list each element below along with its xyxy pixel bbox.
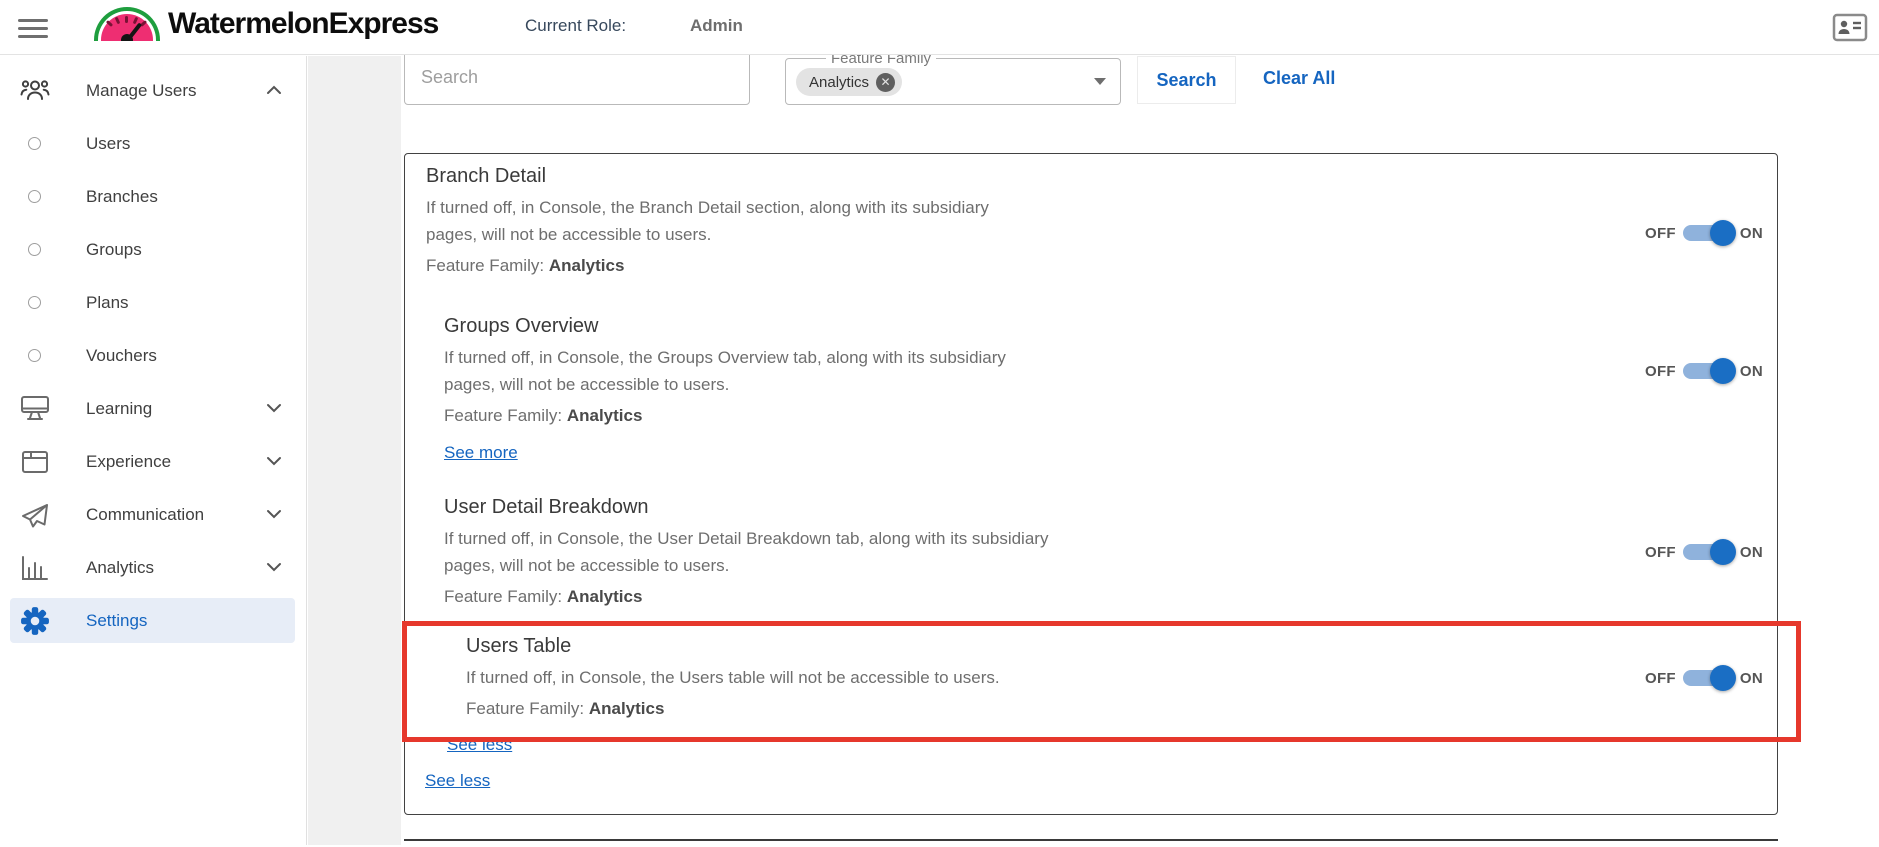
toggle-switch[interactable] <box>1678 539 1740 565</box>
toggle-off-label: OFF <box>1644 543 1676 561</box>
selected-filter-chip: Analytics ✕ <box>796 68 903 96</box>
current-role-label: Current Role: <box>525 16 627 35</box>
radio-circle-icon <box>28 296 41 309</box>
toggle-groups-overview: OFF ON <box>1645 358 1763 384</box>
hamburger-menu-icon[interactable] <box>18 14 48 40</box>
toggle-switch[interactable] <box>1678 358 1740 384</box>
bar-chart-icon <box>20 553 50 583</box>
sidebar-item-branches[interactable]: Branches <box>0 170 306 223</box>
sidebar-nav: Manage Users Users Branches Groups Plans… <box>0 56 307 845</box>
chevron-down-icon <box>266 559 282 577</box>
toggle-on-label: ON <box>1739 669 1763 687</box>
radio-circle-icon <box>28 349 41 362</box>
sidebar-item-label: Users <box>86 133 131 153</box>
panel-area <box>401 153 1879 847</box>
sidebar-item-label: Vouchers <box>86 345 157 365</box>
sidebar-item-analytics[interactable]: Analytics <box>0 541 306 594</box>
sidebar-item-label: Settings <box>86 610 148 630</box>
sidebar-item-label: Plans <box>86 292 129 312</box>
toggle-off-label: OFF <box>1644 224 1676 242</box>
sidebar-item-label: Manage Users <box>86 80 197 100</box>
brand-logo: WatermelonExpress <box>94 7 439 41</box>
current-role-value: Admin <box>690 16 743 35</box>
search-input[interactable] <box>404 50 750 105</box>
content-gutter <box>308 56 401 845</box>
window-icon <box>20 447 50 477</box>
paper-plane-icon <box>20 500 50 530</box>
clear-all-link[interactable]: Clear All <box>1263 68 1335 89</box>
chevron-down-icon <box>266 506 282 524</box>
profile-card-icon[interactable] <box>1832 13 1868 42</box>
sidebar-item-learning[interactable]: Learning <box>0 382 306 435</box>
brand-name: WatermelonExpress <box>168 7 439 40</box>
sidebar-item-vouchers[interactable]: Vouchers <box>0 329 306 382</box>
dropdown-caret-icon <box>1094 78 1106 85</box>
chip-remove-icon[interactable]: ✕ <box>876 72 896 92</box>
toggle-user-detail-breakdown: OFF ON <box>1645 539 1763 565</box>
toggle-switch[interactable] <box>1678 220 1740 246</box>
sidebar-item-label: Communication <box>86 504 205 524</box>
toggle-branch-detail: OFF ON <box>1645 220 1763 246</box>
toggle-on-label: ON <box>1739 224 1763 242</box>
sidebar-item-users[interactable]: Users <box>0 117 306 170</box>
toggle-users-table: OFF ON <box>1645 665 1763 691</box>
feature-family-select[interactable]: Feature Family Analytics ✕ <box>785 50 1121 105</box>
sidebar-item-communication[interactable]: Communication <box>0 488 306 541</box>
radio-circle-icon <box>28 190 41 203</box>
users-group-icon <box>20 76 50 106</box>
sidebar-item-manage-users[interactable]: Manage Users <box>0 64 306 117</box>
radio-circle-icon <box>28 243 41 256</box>
toggle-on-label: ON <box>1739 362 1763 380</box>
main-content: Feature Family Analytics ✕ Search Clear … <box>401 0 1879 847</box>
app-header: WatermelonExpress Current Role: Admin <box>0 0 1879 55</box>
chevron-up-icon <box>266 82 282 100</box>
search-button[interactable]: Search <box>1137 56 1236 104</box>
monitor-icon <box>20 394 50 424</box>
sidebar-item-label: Experience <box>86 451 172 471</box>
sidebar-item-label: Learning <box>86 398 153 418</box>
sidebar-item-label: Analytics <box>86 557 155 577</box>
toggle-off-label: OFF <box>1644 362 1676 380</box>
sidebar-item-plans[interactable]: Plans <box>0 276 306 329</box>
chevron-down-icon <box>266 453 282 471</box>
sidebar-item-label: Groups <box>86 239 142 259</box>
toggle-switch[interactable] <box>1678 665 1740 691</box>
radio-circle-icon <box>28 137 41 150</box>
sidebar-item-settings[interactable]: Settings <box>10 598 295 643</box>
sidebar-item-label: Branches <box>86 186 158 206</box>
watermelon-speedometer-icon <box>94 7 160 41</box>
sidebar-item-groups[interactable]: Groups <box>0 223 306 276</box>
chevron-down-icon <box>266 400 282 418</box>
chip-label: Analytics <box>809 73 870 91</box>
toggle-off-label: OFF <box>1644 669 1676 687</box>
sidebar-item-experience[interactable]: Experience <box>0 435 306 488</box>
toggle-on-label: ON <box>1739 543 1763 561</box>
gear-icon <box>20 606 50 636</box>
next-panel-top-edge <box>404 839 1778 847</box>
